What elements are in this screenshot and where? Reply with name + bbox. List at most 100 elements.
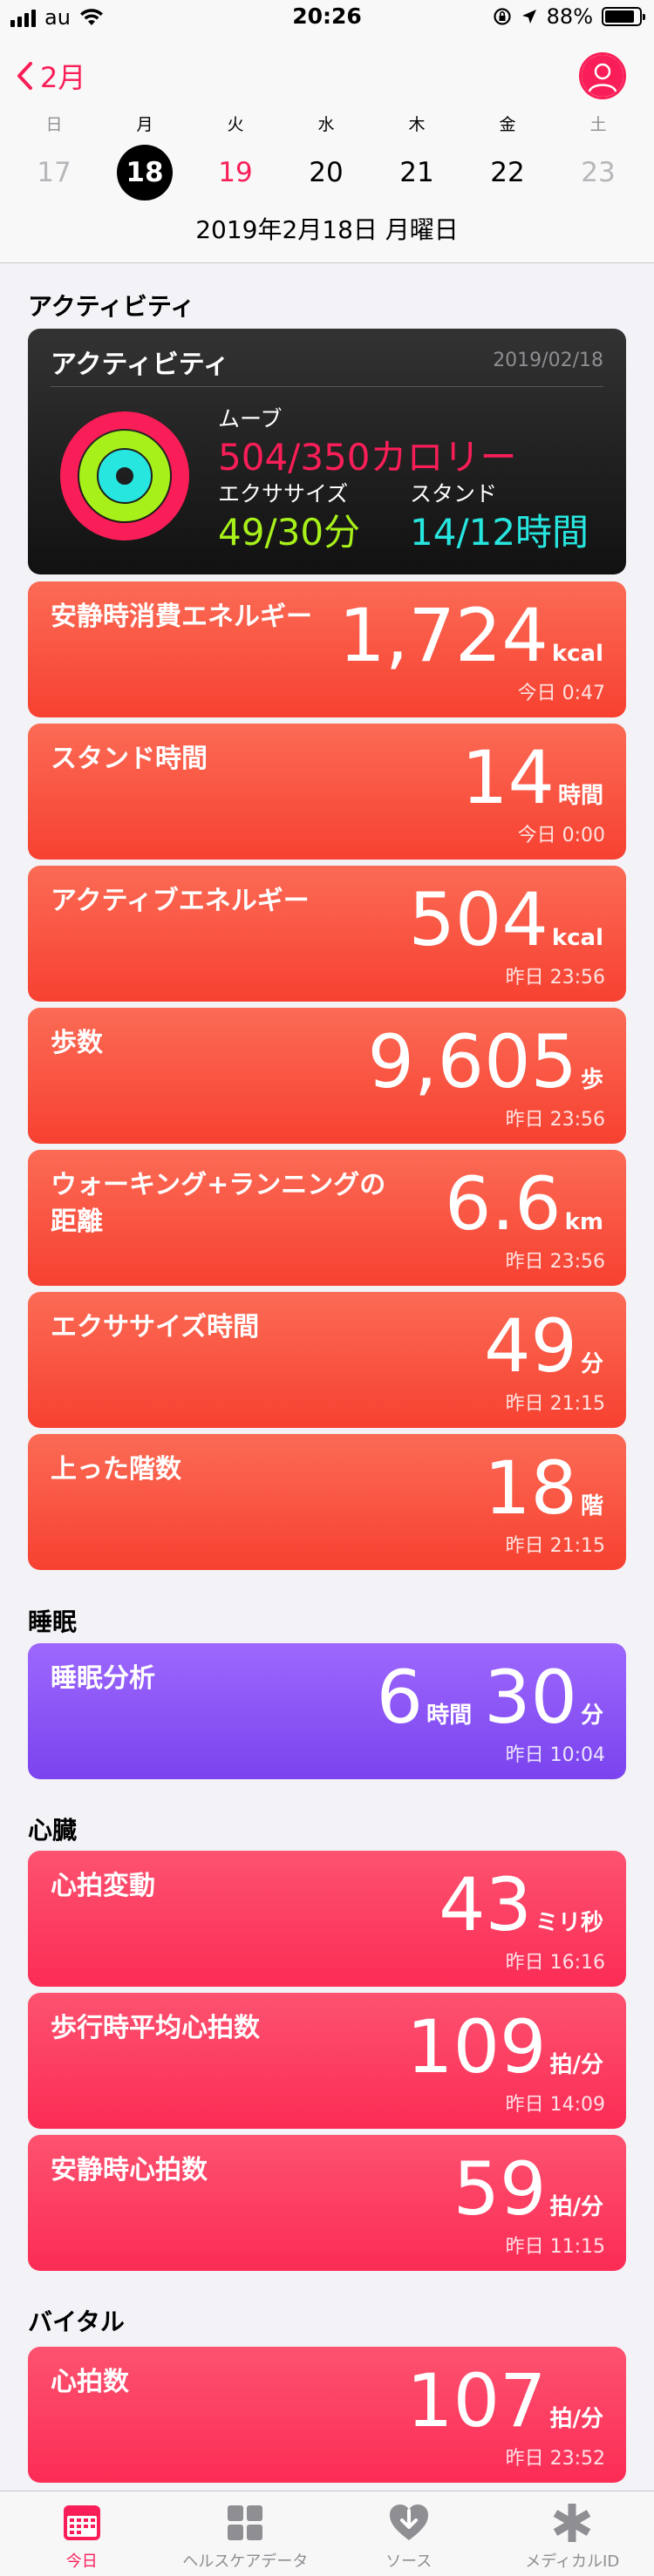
value-unit: ミリ秒: [535, 1910, 603, 1936]
day-tue[interactable]: 火 19: [190, 112, 281, 201]
walking-heart-rate-card[interactable]: 歩行時平均心拍数 109 拍/分 昨日 14:09: [28, 1993, 626, 2129]
asterisk-icon: [553, 2504, 591, 2542]
date-header: 2月 日 17 月 18 火 19 水 20 木 21 金 22 土 23 20…: [0, 38, 654, 263]
day-number[interactable]: 17: [26, 145, 82, 201]
divider: [51, 386, 603, 387]
exercise-time-card[interactable]: エクササイズ時間 49 分 昨日 21:15: [28, 1292, 626, 1428]
card-timestamp: 昨日 11:15: [505, 2236, 605, 2258]
heart-rate-card[interactable]: 心拍数 107 拍/分 昨日 23:52: [28, 2347, 626, 2483]
section-title-activity: アクティビティ: [28, 292, 195, 321]
battery-percent: 88%: [546, 4, 593, 29]
day-sun[interactable]: 日 17: [9, 112, 99, 201]
day-sat[interactable]: 土 23: [553, 112, 644, 201]
weekday-label: 月: [136, 115, 153, 134]
card-label: 心拍数: [51, 2367, 129, 2397]
resting-heart-rate-card[interactable]: 安静時心拍数 59 拍/分 昨日 11:15: [28, 2135, 626, 2271]
tab-sources[interactable]: ソース: [327, 2491, 491, 2576]
location-icon: [521, 10, 536, 24]
activity-rings-icon: [60, 411, 189, 540]
tab-label: メディカルID: [525, 2552, 620, 2571]
card-value: 109 拍/分: [406, 2005, 603, 2089]
stand-hours-card[interactable]: スタンド時間 14 時間 今日 0:00: [28, 724, 626, 860]
card-label-line1: ウォーキング+ランニングの: [51, 1170, 386, 1200]
value-unit: 拍/分: [549, 2406, 604, 2432]
day-thu[interactable]: 木 21: [371, 112, 462, 201]
card-value: 18 階: [484, 1446, 603, 1530]
tab-health-data[interactable]: ヘルスケアデータ: [164, 2491, 328, 2576]
weekday-label: 日: [45, 115, 63, 134]
card-timestamp: 昨日 23:56: [505, 967, 605, 989]
day-number-selected[interactable]: 18: [117, 145, 173, 201]
value-unit: 階: [580, 1493, 603, 1519]
active-energy-card[interactable]: アクティブエネルギー 504 kcal 昨日 23:56: [28, 866, 626, 1002]
weekday-label: 水: [317, 115, 335, 134]
status-right: 88%: [493, 4, 645, 29]
back-button[interactable]: 2月: [16, 56, 85, 96]
hrv-card[interactable]: 心拍変動 43 ミリ秒 昨日 16:16: [28, 1851, 626, 1987]
day-number[interactable]: 23: [570, 145, 626, 201]
exercise-value: 49/30分: [218, 511, 361, 554]
card-label-line2: 距離: [51, 1206, 103, 1237]
value-number: 6.6: [445, 1161, 562, 1247]
tab-today[interactable]: 今日: [0, 2491, 164, 2576]
weekday-label: 土: [589, 115, 607, 134]
tab-label: ヘルスケアデータ: [182, 2552, 309, 2571]
walking-running-distance-card[interactable]: ウォーキング+ランニングの 距離 6.6 km 昨日 23:56: [28, 1150, 626, 1286]
card-timestamp: 今日 0:00: [517, 825, 605, 846]
grid-icon: [228, 2505, 263, 2540]
card-value: 14 時間: [461, 736, 603, 819]
stand-value: 14/12時間: [410, 511, 589, 554]
battery-icon: [602, 7, 645, 26]
card-label: 安静時消費エネルギー: [51, 602, 312, 632]
value-unit: kcal: [551, 925, 603, 951]
value-unit: 歩: [580, 1067, 603, 1093]
card-timestamp: 昨日 23:52: [505, 2448, 605, 2470]
activity-rings-card[interactable]: アクティビティ 2019/02/18 ムーブ 504/350カロリー エクササイ…: [28, 329, 626, 574]
card-timestamp: 昨日 21:15: [505, 1393, 605, 1415]
profile-button[interactable]: [579, 52, 626, 99]
flights-climbed-card[interactable]: 上った階数 18 階 昨日 21:15: [28, 1434, 626, 1570]
value-number: 109: [406, 2004, 547, 2090]
value-hours: 6: [376, 1655, 424, 1740]
value-number: 14: [461, 735, 555, 820]
card-value: 107 拍/分: [406, 2359, 603, 2443]
back-label: 2月: [40, 61, 86, 94]
day-number-today[interactable]: 19: [208, 145, 263, 201]
value-unit: 拍/分: [549, 2052, 604, 2078]
day-wed[interactable]: 水 20: [281, 112, 371, 201]
card-value: 59 拍/分: [453, 2147, 603, 2231]
value-unit: 時間: [557, 783, 603, 809]
section-title-vitals: バイタル: [28, 2308, 125, 2336]
card-value: 6.6 km: [445, 1162, 603, 1246]
day-fri[interactable]: 金 22: [462, 112, 553, 201]
value-number: 504: [408, 877, 548, 962]
card-value: 1,724 kcal: [338, 594, 603, 677]
card-timestamp: 昨日 10:04: [505, 1744, 605, 1766]
section-title-heart: 心臓: [28, 1816, 78, 1845]
card-label: 歩数: [51, 1028, 103, 1058]
resting-energy-card[interactable]: 安静時消費エネルギー 1,724 kcal 今日 0:47: [28, 581, 626, 717]
tab-medical-id[interactable]: メディカルID: [491, 2491, 654, 2576]
activity-card-title: アクティビティ: [51, 350, 229, 380]
day-number[interactable]: 21: [389, 145, 445, 201]
card-label: 上った階数: [51, 1454, 181, 1485]
tab-bar: 今日 ヘルスケアデータ ソース メディカルID: [0, 2491, 654, 2576]
day-number[interactable]: 22: [480, 145, 535, 201]
sleep-analysis-card[interactable]: 睡眠分析 6 時間 30 分 昨日 10:04: [28, 1643, 626, 1779]
steps-card[interactable]: 歩数 9,605 歩 昨日 23:56: [28, 1008, 626, 1144]
profile-icon: [582, 55, 623, 97]
value-number: 59: [453, 2146, 547, 2232]
weekday-label: 火: [227, 115, 244, 134]
status-bar: au 20:26 88%: [0, 0, 654, 38]
value-unit: 拍/分: [549, 2194, 604, 2220]
rotation-lock-icon: [494, 8, 511, 25]
day-mon[interactable]: 月 18: [99, 112, 190, 201]
card-label: 心拍変動: [51, 1871, 155, 1901]
value-number: 1,724: [338, 593, 548, 678]
heart-download-icon: [389, 2505, 428, 2540]
value-number: 107: [406, 2358, 547, 2443]
value-number: 18: [484, 1445, 577, 1531]
day-number[interactable]: 20: [298, 145, 354, 201]
card-timestamp: 昨日 23:56: [505, 1109, 605, 1131]
value-number: 9,605: [367, 1019, 577, 1104]
